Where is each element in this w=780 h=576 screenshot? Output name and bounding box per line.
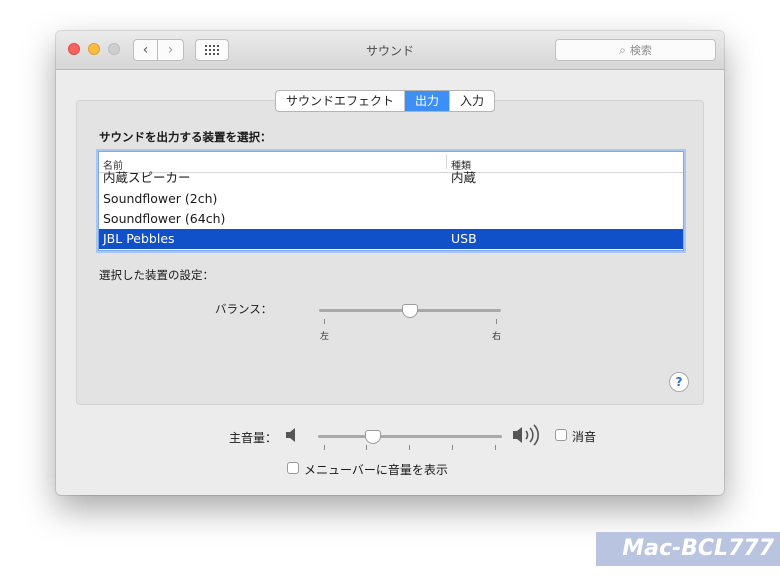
select-device-label: サウンドを出力する装置を選択： <box>99 130 272 144</box>
volume-track[interactable] <box>318 435 502 438</box>
search-field[interactable]: ⌕ 検索 <box>555 39 716 61</box>
sound-preferences-window: ‹ › サウンド ⌕ 検索 サウンドエフェクト 出力 入力 サウンドを出力する装… <box>56 31 724 495</box>
volume-thumb[interactable] <box>365 430 382 444</box>
balance-tick <box>324 319 325 324</box>
tab-sound-effects[interactable]: サウンドエフェクト <box>276 91 406 111</box>
balance-left-label: 左 <box>320 332 330 342</box>
show-volume-menubar-label: メニューバーに音量を表示 <box>304 463 448 477</box>
output-panel <box>76 100 704 405</box>
speaker-low-icon <box>285 427 299 447</box>
volume-label: 主音量： <box>229 431 278 445</box>
volume-tick <box>366 445 367 450</box>
watermark: Mac-BCL777 <box>596 532 780 566</box>
tab-input[interactable]: 入力 <box>450 91 494 111</box>
device-name: Soundflower (2ch) <box>103 191 218 206</box>
volume-tick <box>324 445 325 450</box>
device-row-selected[interactable]: JBL Pebbles USB <box>99 229 683 249</box>
search-placeholder: 検索 <box>629 44 652 57</box>
help-button[interactable]: ? <box>669 372 689 392</box>
title-bar: ‹ › サウンド ⌕ 検索 <box>56 31 724 70</box>
mute-checkbox[interactable] <box>555 429 567 441</box>
speaker-high-icon <box>512 424 546 450</box>
device-name: 内蔵スピーカー <box>103 170 191 185</box>
balance-right-label: 右 <box>492 332 502 342</box>
device-name: Soundflower (64ch) <box>103 211 226 226</box>
tab-bar: サウンドエフェクト 出力 入力 <box>275 90 496 112</box>
balance-tick <box>496 319 497 324</box>
tab-output[interactable]: 出力 <box>405 91 451 111</box>
mute-label: 消音 <box>572 430 597 444</box>
device-list[interactable]: 名前 種類 内蔵スピーカー 内蔵 Soundflower (2ch) Sound… <box>98 151 684 251</box>
column-divider <box>446 155 447 169</box>
device-settings-label: 選択した装置の設定： <box>99 268 214 282</box>
device-name: JBL Pebbles <box>103 231 175 246</box>
show-volume-menubar-checkbox[interactable] <box>287 462 299 474</box>
volume-tick <box>452 445 453 450</box>
device-type: 内蔵 <box>451 170 477 185</box>
balance-label: バランス： <box>215 302 273 316</box>
device-row[interactable]: 内蔵スピーカー 内蔵 <box>99 168 683 188</box>
volume-tick <box>409 445 410 450</box>
device-row[interactable]: Soundflower (2ch) <box>99 189 683 209</box>
volume-tick <box>495 445 496 450</box>
device-type: USB <box>451 231 477 246</box>
magnifier-icon: ⌕ <box>619 42 626 57</box>
device-row[interactable]: Soundflower (64ch) <box>99 209 683 229</box>
